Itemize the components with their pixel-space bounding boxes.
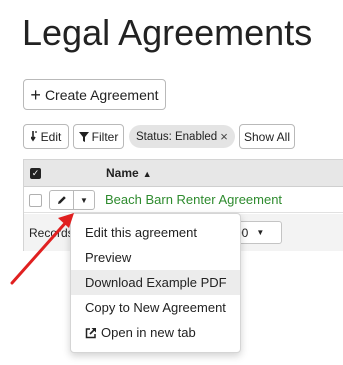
filter-button[interactable]: Filter — [73, 124, 124, 149]
row-action-group: ▼ — [49, 190, 95, 210]
create-agreement-button[interactable]: + Create Agreement — [23, 79, 166, 110]
sort-asc-icon: ▲ — [142, 169, 152, 179]
row-actions-menu: Edit this agreement Preview Download Exa… — [70, 213, 241, 353]
edit-button[interactable]: Edit — [23, 124, 69, 149]
menu-item-open-new-tab[interactable]: Open in new tab — [71, 320, 240, 345]
open-new-tab-label: Open in new tab — [101, 325, 196, 340]
select-all-checkbox[interactable]: ✓ — [30, 168, 41, 179]
menu-item-edit-agreement[interactable]: Edit this agreement — [71, 220, 240, 245]
column-header-name-label: Name — [106, 166, 139, 180]
status-filter-label: Status: Enabled — [136, 130, 218, 143]
edit-icon — [30, 131, 38, 142]
menu-item-copy-agreement[interactable]: Copy to New Agreement — [71, 295, 240, 320]
filter-icon — [78, 131, 89, 142]
edit-label: Edit — [40, 129, 62, 144]
column-header-name[interactable]: Name ▲ — [106, 166, 152, 180]
page-title: Legal Agreements — [22, 12, 313, 53]
menu-item-download-example-pdf[interactable]: Download Example PDF — [71, 270, 240, 295]
agreement-name-link[interactable]: Beach Barn Renter Agreement — [105, 192, 282, 207]
pencil-icon[interactable] — [50, 191, 74, 209]
plus-icon: + — [30, 84, 41, 105]
filter-label: Filter — [91, 129, 119, 144]
create-agreement-label: Create Agreement — [44, 86, 159, 103]
table-header: ✓ Name ▲ — [24, 160, 343, 187]
remove-filter-icon[interactable]: × — [220, 129, 228, 144]
status-filter-tag: Status: Enabled × — [129, 125, 235, 148]
caret-down-icon: ▼ — [256, 228, 265, 237]
records-label: Records — [29, 226, 74, 240]
row-checkbox[interactable] — [29, 194, 42, 207]
table-row: ▼ Beach Barn Renter Agreement — [24, 187, 343, 213]
external-link-icon — [85, 327, 97, 339]
caret-down-icon[interactable]: ▼ — [74, 191, 94, 209]
show-all-button[interactable]: Show All — [239, 124, 295, 149]
menu-item-preview[interactable]: Preview — [71, 245, 240, 270]
